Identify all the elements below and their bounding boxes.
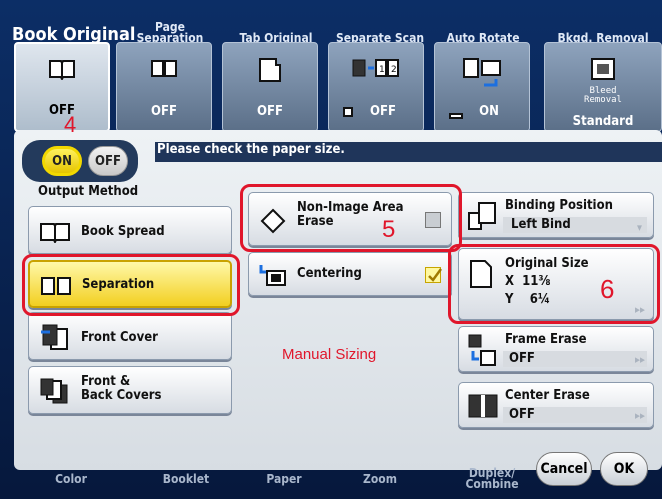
centering-checkbox[interactable] bbox=[425, 267, 443, 283]
annotation-box-original-size bbox=[448, 244, 660, 324]
checkmark-icon bbox=[428, 268, 443, 282]
book-spread-icon bbox=[40, 223, 70, 243]
centering-button[interactable]: Centering bbox=[248, 252, 452, 296]
tab-bkgd-removal-state: Standard bbox=[572, 114, 634, 129]
center-erase-title: Center Erase bbox=[505, 388, 590, 403]
function-tabs: Book Original Page Separation Tab Origin… bbox=[0, 0, 662, 140]
tab-bkgd-removal[interactable]: Bleed Removal Standard bbox=[544, 42, 662, 132]
front-cover-button[interactable]: Front Cover bbox=[28, 312, 232, 360]
binding-position-value: Left Bind bbox=[511, 217, 571, 232]
binding-position-button[interactable]: Binding Position Left Bind ▾ bbox=[458, 192, 654, 238]
bottom-tab-booklet[interactable]: Booklet bbox=[146, 473, 226, 485]
cancel-button[interactable]: Cancel bbox=[536, 452, 592, 486]
tab-auto-rotate[interactable]: ON bbox=[434, 42, 530, 132]
binding-position-title: Binding Position bbox=[505, 198, 613, 213]
frame-erase-button[interactable]: Frame Erase OFF ▸▸ bbox=[458, 326, 654, 372]
svg-text:2: 2 bbox=[391, 65, 397, 75]
annotation-box-non-image-area bbox=[240, 184, 462, 252]
binding-position-icon bbox=[468, 202, 496, 230]
tab-separate-scan[interactable]: 1 2 OFF bbox=[328, 42, 424, 132]
off-button[interactable]: OFF bbox=[88, 146, 128, 176]
front-back-covers-button[interactable]: Front & Back Covers bbox=[28, 366, 232, 414]
auto-rotate-icon bbox=[463, 58, 501, 87]
svg-text:1: 1 bbox=[379, 65, 385, 75]
annotation-box-separation bbox=[22, 254, 240, 316]
tab-page-separation-state: OFF bbox=[151, 104, 177, 119]
bottom-tab-zoom[interactable]: Zoom bbox=[350, 473, 410, 485]
front-cover-icon bbox=[41, 324, 68, 350]
tab-auto-rotate-state: ON bbox=[479, 104, 499, 119]
manual-sizing-note: Manual Sizing bbox=[282, 346, 377, 363]
tab-title-page-separation[interactable]: Page Separation bbox=[122, 14, 218, 44]
annotation-5: 5 bbox=[382, 216, 396, 243]
chevron-down-icon: ▾ bbox=[637, 221, 642, 234]
screen: Book Original Page Separation Tab Origin… bbox=[0, 0, 662, 499]
tab-book-original-state: OFF bbox=[49, 103, 75, 118]
tab-original-icon bbox=[259, 58, 281, 82]
book-spread-label: Book Spread bbox=[81, 224, 165, 239]
ok-button[interactable]: OK bbox=[600, 452, 648, 486]
center-erase-icon bbox=[468, 394, 498, 418]
tab-title-auto-rotate[interactable]: Auto Rotate bbox=[438, 14, 528, 44]
status-message: Please check the paper size. bbox=[155, 142, 662, 162]
tab-title-tab-original[interactable]: Tab Original bbox=[226, 14, 326, 44]
annotation-4: 4 bbox=[64, 112, 77, 137]
bottom-tab-paper[interactable]: Paper bbox=[254, 473, 314, 485]
tab-book-original[interactable]: OFF bbox=[14, 42, 110, 132]
bottom-tab-duplex-combine[interactable]: Duplex/ Combine bbox=[450, 467, 534, 490]
centering-label: Centering bbox=[297, 266, 362, 281]
double-chevron-right-icon: ▸▸ bbox=[635, 409, 645, 422]
bottom-tab-color[interactable]: Color bbox=[36, 473, 106, 485]
front-cover-label: Front Cover bbox=[81, 330, 158, 345]
tab-title-book-original: Book Original bbox=[12, 24, 136, 45]
tab-tab-original-state: OFF bbox=[257, 104, 283, 119]
front-back-covers-label: Front & Back Covers bbox=[81, 374, 162, 403]
center-erase-button[interactable]: Center Erase OFF ▸▸ bbox=[458, 382, 654, 428]
frame-erase-value: OFF bbox=[509, 351, 535, 366]
bleed-removal-sublabel: Bleed Removal bbox=[584, 86, 622, 105]
centering-icon bbox=[259, 265, 286, 286]
output-method-label: Output Method bbox=[38, 184, 139, 199]
on-off-toggle: ON OFF bbox=[22, 140, 138, 182]
tab-title-bkgd-removal[interactable]: Bkgd. Removal bbox=[544, 14, 662, 44]
book-icon bbox=[49, 60, 75, 80]
tab-page-separation[interactable]: OFF bbox=[116, 42, 212, 132]
tab-separate-scan-state: OFF bbox=[370, 104, 396, 119]
frame-erase-icon bbox=[468, 334, 496, 366]
center-erase-value: OFF bbox=[509, 407, 535, 422]
frame-erase-title: Frame Erase bbox=[505, 332, 587, 347]
double-chevron-right-icon: ▸▸ bbox=[635, 353, 645, 366]
tab-tab-original[interactable]: OFF bbox=[222, 42, 318, 132]
bleed-removal-icon bbox=[591, 58, 615, 80]
page-separation-icon bbox=[151, 60, 177, 77]
separate-scan-icon: 1 2 bbox=[352, 59, 399, 77]
book-spread-button[interactable]: Book Spread bbox=[28, 206, 232, 254]
tab-title-separate-scan[interactable]: Separate Scan bbox=[330, 14, 430, 44]
on-button[interactable]: ON bbox=[42, 146, 82, 176]
annotation-6: 6 bbox=[600, 274, 615, 304]
front-back-covers-icon bbox=[40, 378, 68, 404]
